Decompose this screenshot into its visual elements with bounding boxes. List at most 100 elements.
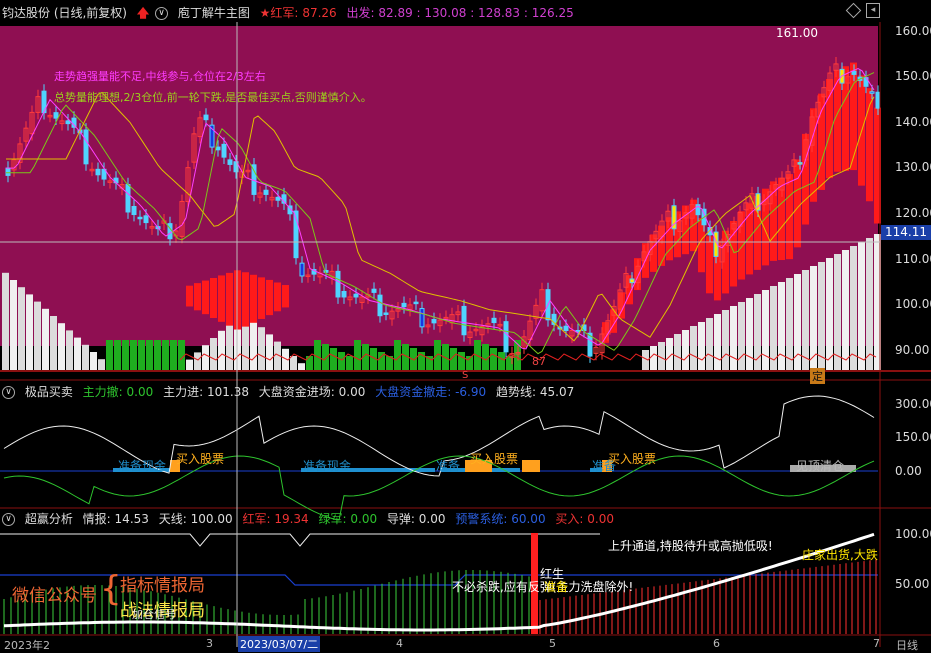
volume-grey-bar (842, 250, 849, 371)
panel3-settings-icon[interactable]: ∨ (2, 513, 15, 526)
volume-green-bar (130, 340, 137, 370)
candle-body (503, 321, 509, 353)
candle-body (221, 143, 227, 158)
volume-green-bar (114, 340, 121, 370)
signal-buy-3: 买入股票 (608, 452, 657, 466)
big-out-value: -6.90 (455, 385, 487, 399)
promo-brace: { (100, 569, 122, 609)
crosshair-price-label: 114.11 (881, 225, 931, 240)
window-menu-icon[interactable]: ◂ (866, 3, 880, 18)
red-up-arrow-icon: 🡅 (136, 6, 150, 20)
red-cloud-bar (274, 282, 281, 312)
volume-grey-bar (74, 337, 81, 371)
low-price-label: 87 (532, 355, 546, 368)
big-in-value: 0.00 (338, 385, 366, 399)
indicator-name[interactable]: 庖丁解牛主图 (178, 6, 250, 20)
red-cloud-bar (258, 277, 265, 319)
volume-grey-bar (818, 262, 825, 371)
signal-prepare-cash-1: 准备现金 (118, 459, 167, 473)
p2-tick-150: 150.00 (895, 430, 931, 444)
volume-green-bar (346, 356, 353, 370)
candle-body (143, 215, 149, 224)
volume-grey-bar (2, 272, 9, 371)
volume-grey-bar (698, 322, 705, 371)
volume-grey-bar (194, 352, 201, 371)
signal-prepare-2: 准备 (436, 459, 461, 473)
volume-grey-bar (82, 344, 89, 371)
volume-green-bar (154, 340, 161, 370)
stock-title[interactable]: 钧达股份 (日线,前复权) (2, 6, 127, 20)
candle-body (5, 167, 11, 176)
x-label-7: 7 (873, 637, 880, 650)
volume-grey-bar (98, 359, 105, 371)
candle-body (131, 205, 137, 216)
x-label-5: 5 (549, 637, 556, 650)
candle-body (299, 262, 305, 277)
y-tick-90: 90.00 (895, 343, 930, 357)
y-tick-130: 130.00 (895, 160, 931, 174)
candle-body (401, 302, 407, 308)
volume-grey-bar (34, 301, 41, 371)
settings-icon[interactable]: ∨ (155, 7, 168, 20)
volume-green-bar (178, 340, 185, 370)
candle-body (371, 288, 377, 293)
red-cloud-bar (818, 93, 825, 190)
volume-grey-bar (58, 323, 65, 371)
panel2-settings-icon[interactable]: ∨ (2, 386, 15, 399)
msg-no-kill: 不必杀跌,应有反弹(主力洗盘除外! (452, 580, 634, 594)
volume-grey-bar (690, 326, 697, 371)
big-in-label: 大盘资金进场: (258, 385, 335, 399)
volume-green-bar (490, 348, 497, 370)
candle-body (563, 325, 569, 331)
volume-grey-bar (210, 338, 217, 371)
volume-grey-bar (650, 346, 657, 371)
msg-zhuangjia: 庄家出货,大跌 (802, 548, 878, 562)
y-tick-150: 150.00 (895, 69, 931, 83)
volume-green-bar (322, 344, 329, 370)
candle-body (413, 301, 419, 305)
volume-grey-bar (738, 302, 745, 371)
y-tick-110: 110.00 (895, 252, 931, 266)
chu-fa-values: 82.89 : 130.08 : 128.83 : 126.25 (378, 6, 574, 20)
hongjun-label: 红军: (242, 512, 271, 526)
volume-grey-bar (858, 242, 865, 371)
red-cloud-bar (218, 275, 225, 322)
red-cloud-bar (194, 283, 201, 311)
x-label-6: 6 (713, 637, 720, 650)
x-axis-period[interactable]: 日线 (896, 637, 918, 653)
candle-body (383, 312, 389, 315)
volume-grey-bar (202, 345, 209, 371)
red-cloud-bar (186, 285, 193, 307)
volume-green-bar (338, 352, 345, 370)
p2-tick-0: 0.00 (895, 464, 922, 478)
panel2-title[interactable]: 极品买卖 (25, 385, 73, 399)
volume-grey-bar (266, 334, 273, 371)
panel3-title[interactable]: 超赢分析 (25, 512, 73, 526)
msg-zhunbei: 准备 (544, 580, 569, 594)
candle-body (137, 216, 143, 220)
signal-top-clear: 见顶清仓 (796, 459, 845, 473)
signal-buy-1: 买入股票 (176, 452, 225, 466)
red-cloud-bar (266, 279, 273, 316)
trend-label: 趋势线: (495, 385, 537, 399)
note-line-2: 总势量能理想,2/3仓位,前一轮下跌,是否最佳买点,否则谨慎介入。 (54, 91, 372, 104)
p3-tick-100: 100.00 (895, 527, 931, 541)
candle-body (203, 114, 209, 121)
candle-body (263, 189, 269, 195)
volume-grey-bar (290, 356, 297, 371)
candle-body (491, 317, 497, 324)
candle-body (83, 129, 89, 165)
volume-grey-bar (298, 363, 305, 371)
volume-grey-bar (50, 316, 57, 371)
candle-body (629, 278, 635, 284)
volume-green-bar (146, 340, 153, 370)
volume-grey-bar (778, 282, 785, 371)
volume-grey-bar (866, 238, 873, 371)
candle-body (797, 162, 803, 165)
candle-body (341, 290, 347, 298)
volume-green-bar (306, 356, 313, 370)
main-in-value: 101.38 (206, 385, 249, 399)
volume-green-bar (138, 340, 145, 370)
volume-grey-bar (802, 270, 809, 371)
candle-body (95, 168, 101, 176)
